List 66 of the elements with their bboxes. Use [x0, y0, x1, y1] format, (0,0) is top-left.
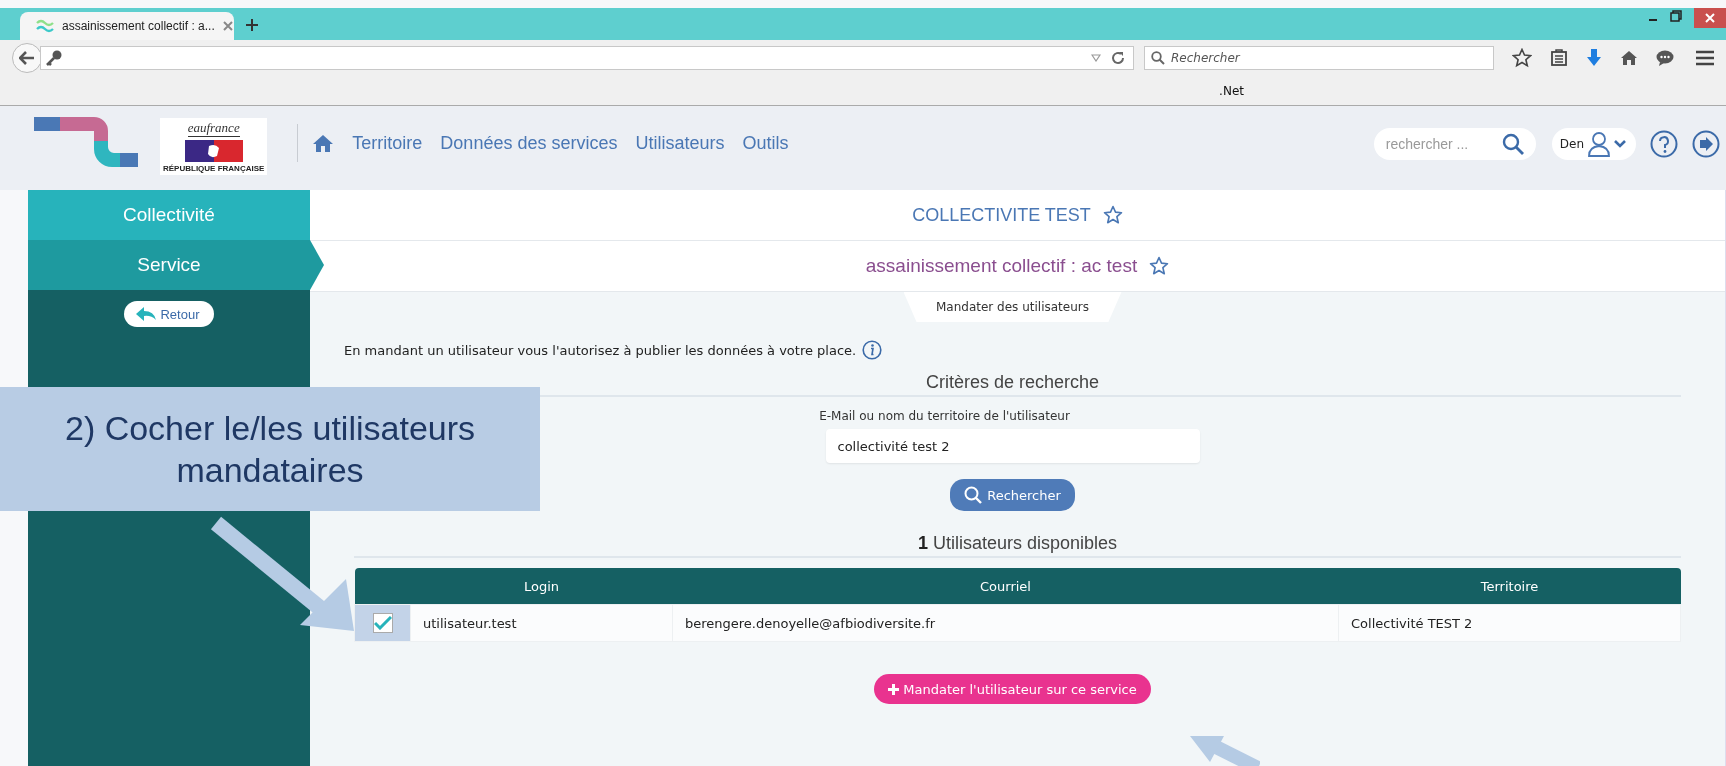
menu-icon[interactable]: [1696, 50, 1714, 66]
address-field[interactable]: [40, 46, 1134, 70]
star-icon[interactable]: [1512, 48, 1532, 68]
browser-tab[interactable]: assainissement collectif : a...: [20, 12, 234, 40]
close-button[interactable]: [1694, 8, 1726, 28]
search-field[interactable]: Rechercher: [1144, 46, 1494, 70]
intro-text: En mandant un utilisateur vous l'autorisez à publier les données à votre place.: [344, 342, 857, 358]
assign-button[interactable]: Mandater l'utilisateur sur ce service: [874, 674, 1151, 704]
dropdown-icon[interactable]: [1091, 54, 1101, 62]
close-icon: [1705, 13, 1715, 23]
section-tab[interactable]: Mandater des utilisateurs: [903, 292, 1122, 322]
key-icon: [45, 49, 63, 67]
results-heading: 1 Utilisateurs disponibles: [354, 533, 1681, 558]
user-menu-button[interactable]: Den: [1551, 128, 1636, 160]
back-button[interactable]: Retour: [124, 301, 214, 327]
star-icon[interactable]: [1102, 205, 1123, 225]
search-button[interactable]: Rechercher: [950, 479, 1075, 511]
reply-arrow-icon: [136, 307, 157, 321]
home-icon[interactable]: [1620, 50, 1638, 66]
nav-link[interactable]: Utilisateurs: [635, 132, 725, 154]
star-icon[interactable]: [1149, 256, 1170, 276]
table-cell: Collectivité TEST 2: [1338, 604, 1681, 642]
logo-caption: RÉPUBLIQUE FRANÇAISE: [163, 163, 265, 173]
chevron-down-icon: [1614, 140, 1626, 148]
tab-title: assainissement collectif : a...: [62, 19, 215, 33]
user-icon: [1588, 131, 1610, 157]
collectivity-title: COLLECTIVITE TEST: [912, 204, 1091, 226]
search-field[interactable]: collectivité test 2: [825, 429, 1200, 463]
checkbox[interactable]: [372, 613, 393, 633]
bookmark-link[interactable]: .Net: [1219, 83, 1244, 98]
back-arrow-icon: [19, 51, 35, 65]
waves-icon: [36, 19, 54, 33]
header-cell: Login: [410, 568, 673, 605]
check-icon: [373, 616, 392, 630]
nav-link[interactable]: Données des services: [440, 132, 618, 154]
field-label: E-Mail ou nom du territoire de l'utilisateur: [819, 409, 1070, 423]
table-cell: berengere.denoyelle@afbiodiversite.fr: [672, 604, 1339, 642]
search-icon: [964, 486, 983, 504]
download-icon[interactable]: [1586, 49, 1602, 67]
sidebar-item[interactable]: Collectivité: [28, 190, 310, 240]
chat-bubble-icon[interactable]: [1656, 50, 1674, 66]
callout-text: mandataires: [176, 450, 364, 491]
logo-text: eaufrance: [187, 119, 240, 137]
search-icon[interactable]: [1501, 133, 1524, 155]
restore-icon[interactable]: [1670, 10, 1682, 22]
search-field[interactable]: rechercher ...: [1373, 128, 1536, 160]
help-icon[interactable]: [1650, 130, 1678, 158]
nav-link[interactable]: Territoire: [352, 132, 423, 154]
nav-link[interactable]: Outils: [742, 132, 789, 154]
callout-text: 2) Cocher le/les utilisateurs: [64, 408, 476, 449]
service-title: assainissement collectif : ac test: [865, 255, 1138, 277]
search-icon: [1151, 51, 1165, 65]
sidebar-item[interactable]: Service: [28, 240, 324, 290]
clipboard-icon[interactable]: [1550, 49, 1568, 67]
reload-icon[interactable]: [1111, 51, 1125, 65]
header-cell: Courriel: [672, 568, 1339, 605]
plus-icon: [888, 683, 900, 695]
back-button[interactable]: [12, 43, 42, 73]
header-cell: Territoire: [1338, 568, 1681, 605]
close-icon[interactable]: [222, 21, 233, 31]
info-icon[interactable]: [862, 340, 883, 360]
plus-icon[interactable]: [246, 19, 258, 31]
home-icon[interactable]: [312, 133, 335, 153]
logout-icon[interactable]: [1692, 130, 1720, 158]
table-cell: utilisateur.test: [410, 604, 673, 642]
arrow-drawing: [1190, 736, 1260, 766]
